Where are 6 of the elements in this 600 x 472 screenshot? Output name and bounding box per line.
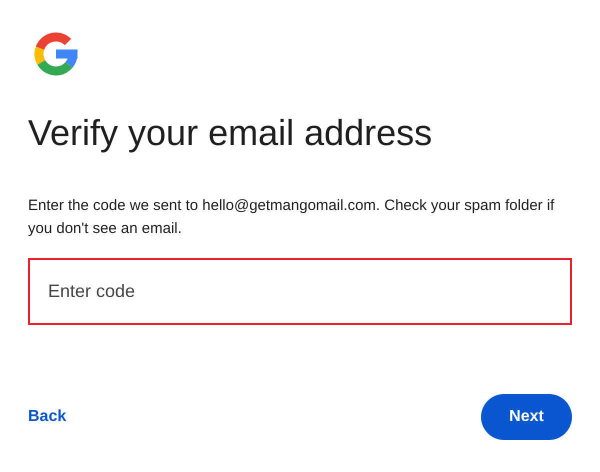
primary-button[interactable]: Next (481, 394, 572, 440)
code-input-field[interactable]: Enter code (28, 258, 572, 325)
instruction-text: Enter the code we sent to hello@getmangomail.com. Check your spam folder if you don't see an email. (28, 196, 556, 239)
page-title: Verify your email address (28, 111, 434, 155)
text-button[interactable]: Back (28, 408, 66, 426)
logo-icon (32, 30, 80, 78)
